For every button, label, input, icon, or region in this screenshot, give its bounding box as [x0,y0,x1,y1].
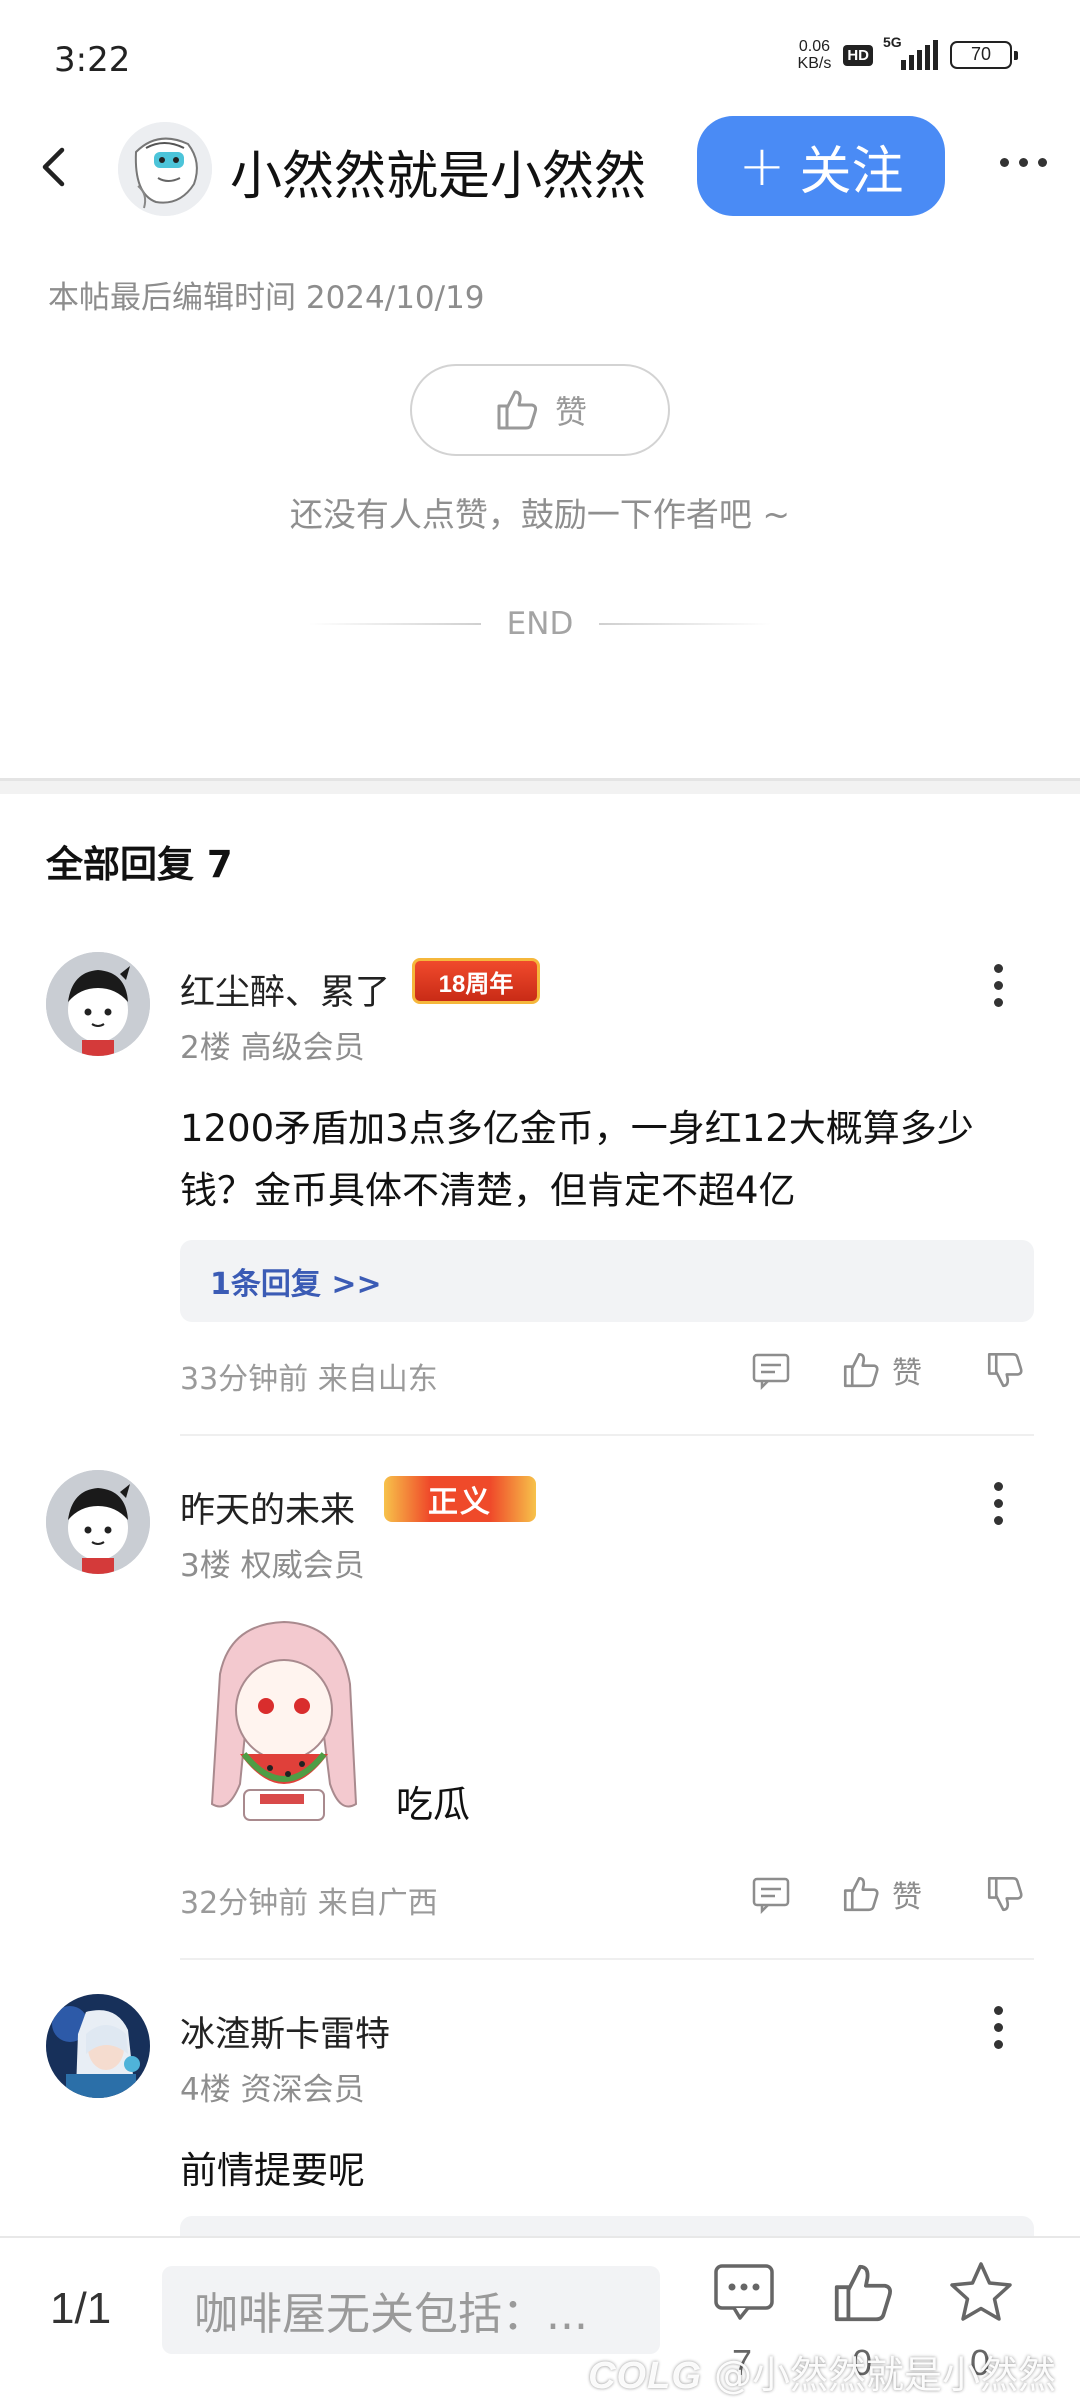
end-line-right [599,623,772,625]
net-speed: 0.06 KB/s [797,38,832,72]
subreply-link[interactable]: 1条回复 >> [180,1240,1034,1322]
comment-actions: 赞 [750,1348,1026,1392]
end-line-left [308,623,481,625]
comment-footer: 33分钟前 来自山东 赞 [180,1348,1034,1398]
reply-input[interactable]: 咖啡屋无关包括：... [162,2266,660,2354]
comment-content: 前情提要呢 [180,2149,365,2192]
like-icon[interactable] [828,2258,898,2328]
comment-icon[interactable] [710,2258,780,2328]
comment-footer: 32分钟前 来自广西 赞 [180,1872,1034,1922]
comment-separator [180,1434,1034,1436]
status-time: 3:22 [54,40,131,80]
user-name[interactable]: 红尘醉、累了 [180,964,390,1015]
thumb-down-icon[interactable] [984,1349,1026,1391]
floor-meta: 4楼 资深会员 [180,2072,365,2108]
floor-meta: 3楼 权威会员 [180,1548,365,1584]
author-name[interactable]: 小然然就是小然然 [230,134,646,209]
thumb-up-icon [497,390,538,430]
section-divider [0,778,1080,794]
battery-icon: 70 [950,41,1018,69]
star-icon[interactable] [946,2258,1016,2328]
comment-more-icon[interactable] [994,964,1003,1007]
plus-icon: + [738,133,786,199]
comment-separator [180,1958,1034,1960]
avatar[interactable] [46,1470,150,1574]
floor-meta: 2楼 高级会员 [180,1030,365,1066]
post-header: 小然然就是小然然 + 关注 [0,112,1080,222]
like-label: 赞 [554,393,587,431]
user-name[interactable]: 昨天的未来 [180,1482,355,1533]
reply-icon[interactable] [750,1349,792,1391]
like-button[interactable]: 赞 [840,1872,922,1916]
thumb-up-icon [843,1352,879,1388]
thumb-down-icon[interactable] [984,1873,1026,1915]
like-button[interactable]: 赞 [840,1348,922,1392]
watermark: COLG @小然然就是小然然 [588,2344,1056,2399]
status-bar: 3:22 0.06 KB/s HD 5G 70 [0,0,1080,120]
more-icon[interactable] [1000,158,1047,167]
comment-more-icon[interactable] [994,1482,1003,1525]
sticker-caption: 吃瓜 [396,1783,470,1826]
signal-icon: 5G [883,34,938,70]
no-like-tip: 还没有人点赞，鼓励一下作者吧 ~ [289,495,791,534]
reply-icon[interactable] [750,1873,792,1915]
follow-label: 关注 [799,141,904,202]
back-icon[interactable] [30,142,80,192]
comment-actions: 赞 [750,1872,1026,1916]
author-avatar[interactable] [118,122,212,216]
comment-time: 32分钟前 来自广西 [180,1886,438,1921]
replies-title: 全部回复 7 [46,843,233,886]
page-indicator[interactable]: 1/1 [50,2284,111,2334]
anniversary-badge: 18周年 [412,958,540,1004]
comment-content: 1200矛盾加3点多亿金币，一身红12大概算多少 钱？金币具体不清楚，但肯定不超… [180,1107,974,1212]
end-marker: END [0,606,1080,642]
avatar[interactable] [46,952,150,1056]
avatar[interactable] [46,1994,150,2098]
comment-more-icon[interactable] [994,2006,1003,2049]
comment-time: 33分钟前 来自山东 [180,1362,438,1397]
user-name[interactable]: 冰渣斯卡雷特 [180,2006,390,2057]
hd-icon: HD [843,44,873,66]
follow-button[interactable]: + 关注 [697,116,945,216]
edit-time: 本帖最后编辑时间 2024/10/19 [48,280,485,316]
watermark-text: @小然然就是小然然 [713,2353,1056,2397]
post-like-button[interactable]: 赞 [410,364,670,456]
sticker-image[interactable] [200,1614,368,1826]
status-icons: 0.06 KB/s HD 5G 70 [797,34,1018,72]
thumb-up-icon [843,1876,879,1912]
rank-badge: 正义 [384,1476,536,1522]
watermark-logo: COLG [588,2355,702,2397]
